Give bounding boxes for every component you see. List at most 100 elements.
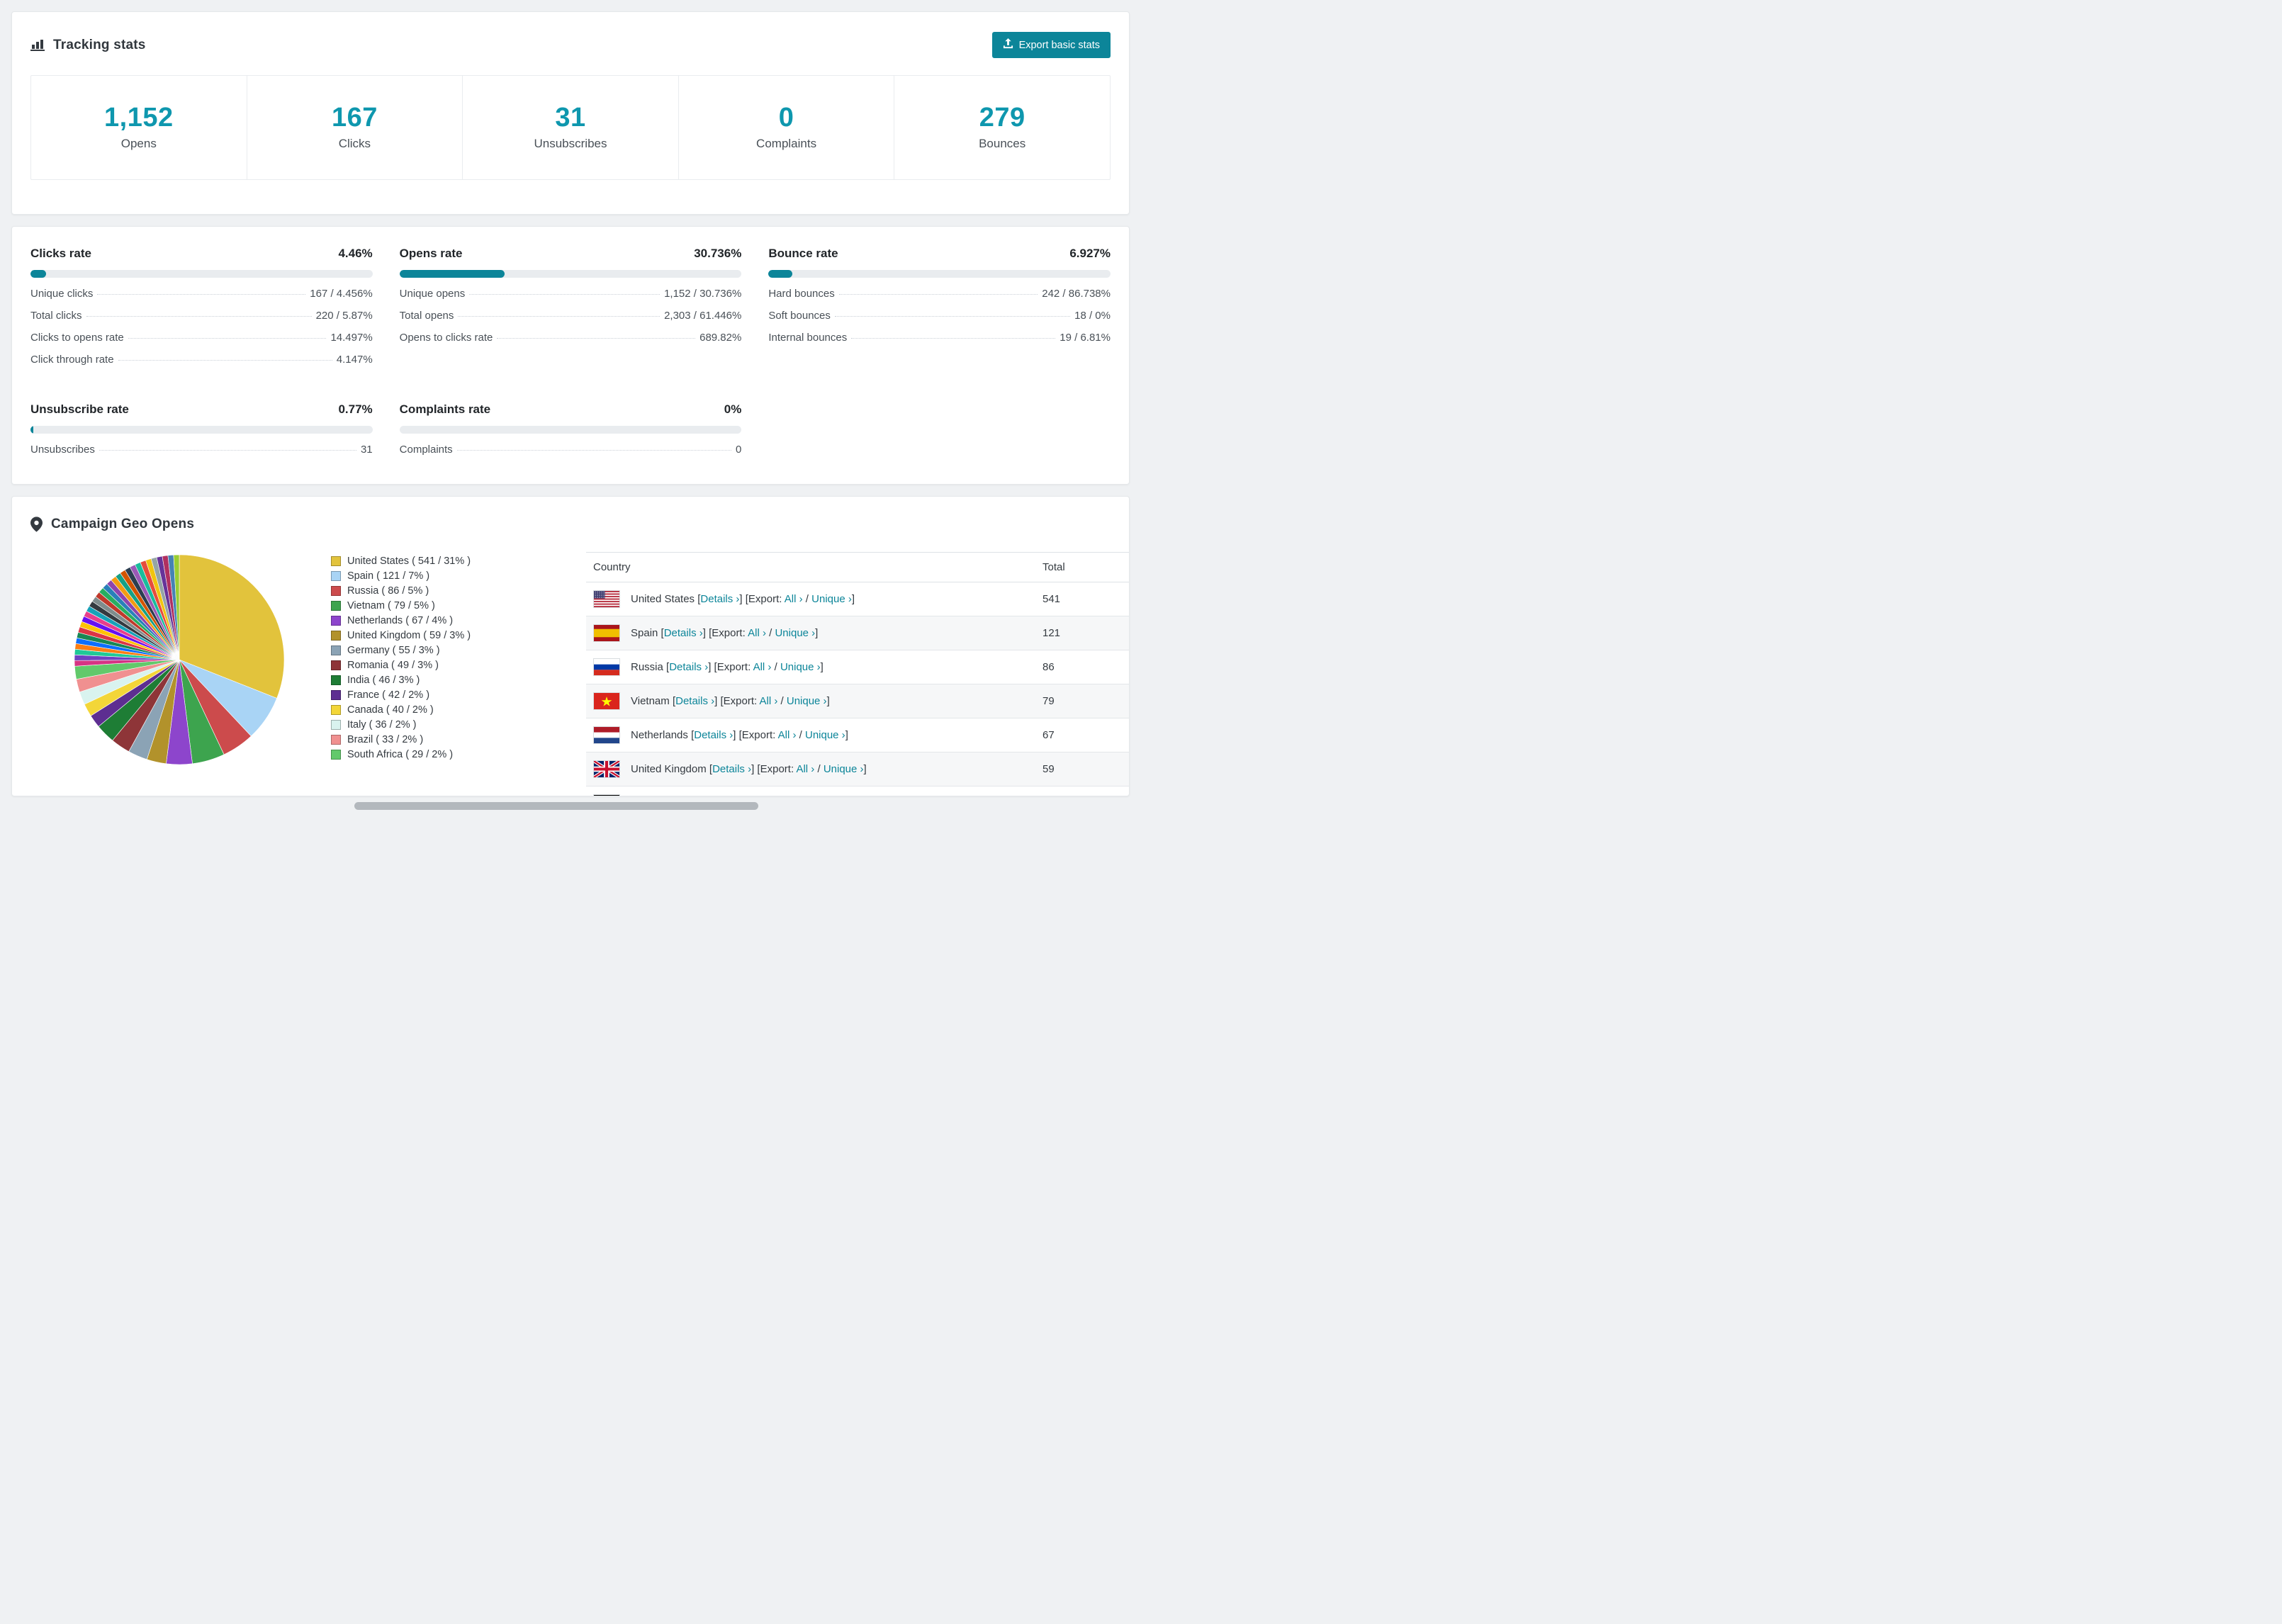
export-all-link[interactable]: All ›	[785, 593, 803, 605]
total-value: 67	[1042, 729, 1055, 741]
rate-value: 30.736%	[694, 247, 742, 260]
rate-row-value: 167 / 4.456%	[310, 288, 373, 300]
rate-value: 4.46%	[338, 247, 373, 260]
legend-label: Germany ( 55 / 3% )	[347, 644, 440, 656]
legend-label: India ( 46 / 3% )	[347, 674, 420, 686]
legend-swatch	[331, 570, 341, 581]
rate-row-label: Opens to clicks rate	[399, 332, 493, 344]
dotted-leader	[99, 450, 356, 451]
details-link[interactable]: Details ›	[664, 627, 703, 639]
stat-label: Opens	[120, 137, 157, 150]
details-link[interactable]: Details ›	[694, 729, 733, 741]
geo-table-row-germany: Germany [Details ›] [Export: All › / Uni…	[586, 786, 1129, 796]
export-all-link[interactable]: All ›	[760, 695, 778, 707]
flag-de-icon	[593, 794, 620, 796]
map-pin-icon	[30, 517, 43, 532]
export-unique-link[interactable]: Unique ›	[805, 729, 845, 741]
export-label: Export:	[760, 763, 797, 775]
export-unique-link[interactable]: Unique ›	[775, 627, 815, 639]
legend-swatch	[331, 615, 341, 626]
legend-label: Russia ( 86 / 5% )	[347, 585, 429, 597]
legend-item-russia[interactable]: Russia ( 86 / 5% )	[331, 583, 565, 598]
legend-item-italy[interactable]: Italy ( 36 / 2% )	[331, 717, 565, 732]
rate-row: Unique clicks 167 / 4.456%	[30, 288, 373, 300]
export-unique-link[interactable]: Unique ›	[824, 763, 864, 775]
rate-row-value: 1,152 / 30.736%	[664, 288, 742, 300]
rate-row-label: Clicks to opens rate	[30, 332, 124, 344]
dotted-leader	[456, 450, 731, 451]
dotted-leader	[128, 338, 327, 339]
details-link[interactable]: Details ›	[675, 695, 714, 707]
export-all-link[interactable]: All ›	[753, 661, 772, 673]
legend-item-spain[interactable]: Spain ( 121 / 7% )	[331, 568, 565, 583]
legend-item-germany[interactable]: Germany ( 55 / 3% )	[331, 643, 565, 658]
legend-item-romania[interactable]: Romania ( 49 / 3% )	[331, 658, 565, 672]
country-name: Spain	[631, 627, 661, 639]
legend-item-united-kingdom[interactable]: United Kingdom ( 59 / 3% )	[331, 628, 565, 643]
legend-item-france[interactable]: France ( 42 / 2% )	[331, 687, 565, 702]
rate-row: Total opens 2,303 / 61.446%	[400, 310, 742, 322]
dotted-leader	[851, 338, 1056, 339]
dotted-leader	[834, 316, 1071, 317]
geo-table: Country Total United States [Details ›] …	[586, 552, 1129, 796]
rate-row-value: 242 / 86.738%	[1042, 288, 1111, 300]
export-label: Export:	[712, 627, 748, 639]
dotted-leader	[86, 316, 312, 317]
rate-row-label: Internal bounces	[768, 332, 848, 344]
stat-value: 31	[555, 103, 586, 132]
legend-item-netherlands[interactable]: Netherlands ( 67 / 4% )	[331, 613, 565, 628]
export-unique-link[interactable]: Unique ›	[811, 593, 852, 605]
legend-item-brazil[interactable]: Brazil ( 33 / 2% )	[331, 732, 565, 747]
legend-item-india[interactable]: India ( 46 / 3% )	[331, 672, 565, 687]
export-all-link[interactable]: All ›	[778, 729, 797, 741]
legend-label: Vietnam ( 79 / 5% )	[347, 599, 435, 611]
tracking-stats-title: Tracking stats	[53, 37, 146, 52]
export-all-link[interactable]: All ›	[748, 627, 766, 639]
legend-swatch	[331, 645, 341, 655]
rate-row-label: Total clicks	[30, 310, 82, 322]
total-column-header: Total	[1042, 561, 1065, 573]
export-all-link[interactable]: All ›	[796, 763, 814, 775]
dashboard-page: Tracking stats Export basic stats 1,152 O…	[0, 0, 1141, 796]
rates-grid: Clicks rate 4.46% Unique clicks 167 / 4.456…	[30, 247, 1111, 456]
legend-label: Romania ( 49 / 3% )	[347, 659, 439, 671]
stat-label: Bounces	[979, 137, 1026, 150]
export-unique-link[interactable]: Unique ›	[780, 661, 821, 673]
stat-bounces: 279 Bounces	[894, 76, 1110, 179]
rate-block-unsubscribe-rate: Unsubscribe rate 0.77% Unsubscribes 31	[30, 402, 373, 456]
export-label: Export:	[716, 661, 753, 673]
export-unique-link[interactable]: Unique ›	[787, 695, 827, 707]
legend-swatch	[331, 689, 341, 700]
geo-pie-chart	[12, 552, 287, 767]
flag-es-icon	[593, 624, 620, 642]
rate-row: Hard bounces 242 / 86.738%	[768, 288, 1111, 300]
flag-vn-icon	[593, 692, 620, 710]
details-link[interactable]: Details ›	[669, 661, 708, 673]
bar-chart-icon	[30, 39, 45, 52]
rate-block-bounce-rate: Bounce rate 6.927% Hard bounces 242 / 86.73…	[768, 247, 1111, 366]
rate-row: Unique opens 1,152 / 30.736%	[400, 288, 742, 300]
country-column-header: Country	[593, 561, 631, 573]
rate-row-label: Unique opens	[399, 288, 466, 300]
rate-value: 0%	[724, 402, 742, 416]
details-link[interactable]: Details ›	[700, 593, 739, 605]
legend-item-south-africa[interactable]: South Africa ( 29 / 2% )	[331, 747, 565, 762]
rate-block-opens-rate: Opens rate 30.736% Unique opens 1,152 / 30.…	[399, 247, 742, 366]
stat-value: 279	[979, 103, 1025, 132]
legend-item-vietnam[interactable]: Vietnam ( 79 / 5% )	[331, 598, 565, 613]
flag-nl-icon	[593, 726, 620, 744]
rate-title: Clicks rate	[30, 247, 91, 260]
details-link[interactable]: Details ›	[712, 763, 751, 775]
legend-item-united-states[interactable]: United States ( 541 / 31% )	[331, 553, 565, 568]
export-basic-stats-button[interactable]: Export basic stats	[991, 32, 1111, 58]
legend-item-canada[interactable]: Canada ( 40 / 2% )	[331, 702, 565, 717]
country-cell: Netherlands [Details ›] [Export: All › /…	[631, 729, 848, 741]
progress-bar	[768, 270, 1111, 278]
total-value: 121	[1042, 627, 1061, 639]
horizontal-scrollbar-thumb[interactable]	[354, 802, 758, 810]
rate-row-value: 19 / 6.81%	[1060, 332, 1111, 344]
rate-row-label: Hard bounces	[768, 288, 835, 300]
rate-row-value: 220 / 5.87%	[315, 310, 373, 322]
rate-row: Click through rate 4.147%	[30, 354, 373, 366]
stat-label: Unsubscribes	[534, 137, 607, 150]
